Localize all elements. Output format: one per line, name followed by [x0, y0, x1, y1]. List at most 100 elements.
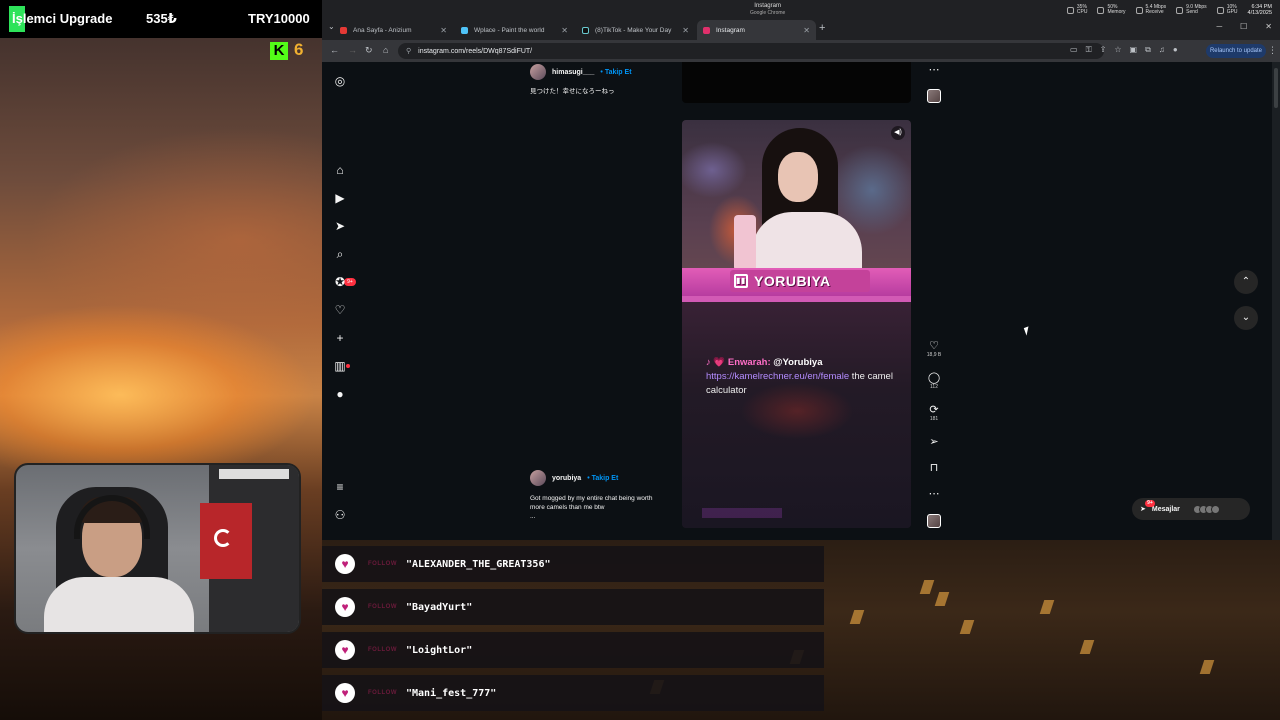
follower-name: "BayadYurt" [406, 601, 473, 613]
more-menu-icon[interactable]: ≡ [333, 480, 347, 494]
save-button[interactable]: ⊓ [922, 462, 946, 474]
webcam-feed [14, 463, 301, 634]
maximize-icon[interactable]: ☐ [1240, 22, 1247, 31]
kick-logo-icon: K [270, 42, 288, 60]
mute-speaker-icon[interactable]: ◀) [891, 126, 905, 140]
previous-reel-video[interactable] [682, 62, 911, 103]
avatar[interactable] [530, 470, 546, 486]
system-tray: 35% CPU 50% Memory 5.4 Mbps Receive 9.0 Mbp… [980, 0, 1280, 20]
previous-reel-button[interactable]: ⌃ [1234, 270, 1258, 294]
reload-icon[interactable]: ↻ [365, 45, 373, 56]
browser-toolbar: ← → ↻ ⌂ ⚲ instagram.com/reels/DWq87SdiFU… [322, 40, 1280, 62]
forward-icon[interactable]: → [348, 45, 357, 55]
close-tab-icon[interactable]: ✕ [682, 26, 689, 35]
close-window-icon[interactable]: ✕ [1265, 22, 1272, 31]
like-button[interactable]: ♡ 18,9 B [922, 340, 946, 359]
reels-icon[interactable]: ▶ [333, 191, 347, 205]
wplace-icon [461, 26, 468, 34]
reel-caption: 見つけた！幸せになろーねっ [530, 88, 615, 95]
home-icon[interactable]: ⌂ [333, 163, 347, 177]
tiktok-icon [582, 26, 589, 34]
comment-icon: ◯ [927, 372, 941, 384]
new-tab-button[interactable]: + [819, 22, 825, 34]
close-tab-icon[interactable]: ✕ [803, 26, 810, 35]
cast-icon[interactable]: ▭ [1070, 45, 1078, 55]
more-options-icon[interactable]: ⋯ [922, 64, 946, 76]
media-icon[interactable]: ♫ [1159, 45, 1165, 55]
reel-author-header: himasugi___ • Takip Et [530, 64, 632, 80]
share-button[interactable]: ➢ [922, 436, 946, 448]
heart-icon: ♥ [335, 554, 355, 574]
bookmark-star-icon[interactable]: ☆ [1114, 45, 1121, 55]
chrome-window: ⌄ Instagram Google Chrome 35% CPU 50% Memo… [322, 0, 1280, 540]
meta-apps-icon[interactable]: ⚇ [333, 508, 347, 522]
heart-icon: ♥ [335, 597, 355, 617]
instagram-tab-icon [703, 26, 710, 34]
comment-button[interactable]: ◯ 112 [922, 372, 946, 391]
chrome-menu-icon[interactable]: ⋮ [1268, 45, 1277, 56]
relaunch-button[interactable]: Relaunch to update [1206, 44, 1266, 58]
audio-thumbnail[interactable] [927, 89, 941, 103]
tab-bar: ⌄ Instagram Google Chrome 35% CPU 50% Memo… [322, 0, 1280, 40]
home-icon[interactable]: ⌂ [383, 45, 388, 55]
heart-icon: ♡ [929, 340, 939, 352]
heart-icon: ♥ [335, 640, 355, 660]
send-icon: ➢ [929, 436, 939, 448]
username[interactable]: himasugi___ [552, 69, 594, 76]
messages-badge: 9+ [1145, 500, 1155, 507]
gpu-stat: 10% GPU [1216, 4, 1238, 16]
reel-video[interactable]: ▮▮ YORUBIYA ♪ 💗 Enwarah: @Yorubiya https… [682, 120, 911, 528]
instagram-logo-icon[interactable]: ◎ [333, 74, 347, 88]
messages-label: Mesajlar [1151, 505, 1180, 513]
more-options-icon[interactable]: ⋯ [922, 488, 946, 500]
tab-anizium[interactable]: Ana Sayfa - Anizium ✕ [334, 20, 453, 40]
tab-wplace[interactable]: Wplace - Paint the world ✕ [455, 20, 574, 40]
close-tab-icon[interactable]: ✕ [440, 26, 447, 35]
profile-avatar-icon[interactable]: ● [333, 387, 347, 401]
explore-icon[interactable]: ✪ [333, 275, 347, 289]
close-tab-icon[interactable]: ✕ [561, 26, 568, 35]
notifications-heart-icon[interactable]: ♡ [333, 303, 347, 317]
audio-thumbnail[interactable] [927, 514, 941, 528]
streamer-name-banner: ▮▮ YORUBIYA [730, 270, 870, 292]
cpu-stat: 35% CPU [1066, 4, 1087, 16]
address-bar[interactable]: ⚲ instagram.com/reels/DWq87SdiFUT/ [398, 43, 1104, 59]
goal-amount: TRY10000 [248, 11, 310, 26]
share-icon[interactable]: ⇪ [1100, 45, 1107, 55]
tab-tiktok[interactable]: (8)TikTok - Make Your Day ✕ [576, 20, 695, 40]
page-scrollbar[interactable] [1272, 62, 1280, 540]
tab-instagram[interactable]: Instagram ✕ [697, 20, 816, 40]
direct-messages-icon: ➤ [1140, 506, 1146, 513]
repost-button[interactable]: ⟳ 181 [922, 404, 946, 423]
site-info-icon[interactable]: ⚲ [406, 47, 411, 55]
bookmark-icon: ⊓ [929, 462, 939, 474]
instagram-sidebar: ◎ ⌂ ▶ ➤ 9+ ⌕ ✪ ♡ + ▥ ● ≡ ⚇ [322, 62, 358, 540]
extension-icon[interactable]: ▣ [1130, 45, 1138, 55]
anizium-icon [340, 26, 347, 34]
follow-button[interactable]: • Takip Et [600, 69, 631, 76]
password-key-icon[interactable]: ⚿ [1086, 45, 1092, 55]
follow-alert: ♥ FOLLOW "BayadYurt" [322, 589, 824, 625]
create-plus-icon[interactable]: + [333, 331, 347, 345]
messages-button[interactable]: ➤ 9+ Mesajlar [1132, 498, 1250, 520]
follower-name: "ALEXANDER_THE_GREAT356" [406, 558, 551, 570]
username[interactable]: yorubiya [552, 475, 581, 482]
next-reel-button[interactable]: ⌄ [1234, 306, 1258, 330]
reel-author-header: yorubiya • Takip Et [530, 470, 618, 486]
extensions-puzzle-icon[interactable]: ⧉ [1145, 45, 1151, 55]
kick-viewer-count: 6 [294, 40, 304, 59]
follow-alert: ♥ FOLLOW "Mani_fest_777" [322, 675, 824, 711]
avatar[interactable] [530, 64, 546, 80]
insights-icon[interactable]: ▥ [333, 359, 347, 373]
turkish-flag [200, 503, 252, 579]
follower-name: "Mani_fest_777" [406, 687, 497, 699]
minimize-icon[interactable]: ─ [1216, 22, 1222, 31]
back-icon[interactable]: ← [330, 45, 339, 55]
reel-actions: ⋯ ♡ 18,9 B ◯ 112 ⟳ 181 ➢ ⊓ ⋯ [922, 62, 946, 532]
follow-button[interactable]: • Takip Et [587, 475, 618, 482]
follow-alert: ♥ FOLLOW "LoightLor" [322, 632, 824, 668]
search-icon[interactable]: ⌕ [333, 247, 347, 261]
follower-name: "LoightLor" [406, 644, 473, 656]
profile-avatar[interactable]: ● [1173, 45, 1178, 55]
direct-messages-icon[interactable]: ➤ [333, 219, 347, 233]
